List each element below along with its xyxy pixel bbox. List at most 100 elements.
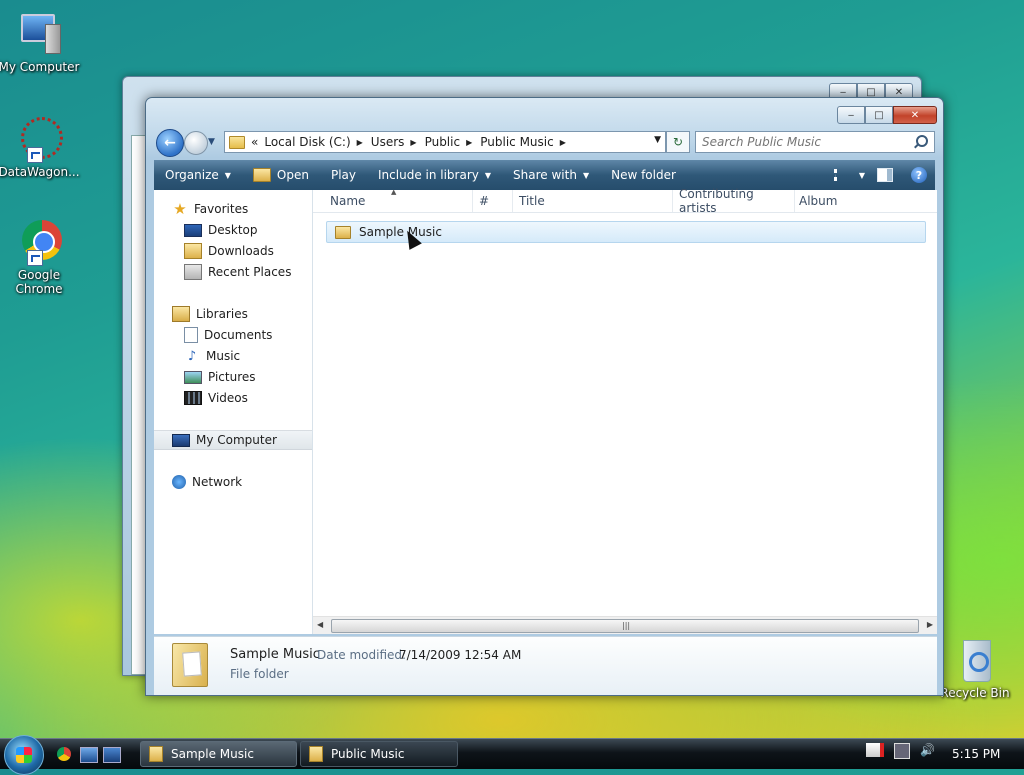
column-label: Contributing artists bbox=[679, 187, 754, 215]
downloads-icon bbox=[184, 243, 202, 259]
nav-label: Videos bbox=[208, 391, 248, 405]
chevron-right-icon[interactable]: ▶ bbox=[410, 138, 416, 147]
sort-ascending-icon: ▲ bbox=[391, 188, 397, 196]
nav-item-videos[interactable]: Videos bbox=[154, 388, 312, 408]
nav-item-my-computer[interactable]: My Computer bbox=[154, 430, 312, 450]
breadcrumb-public[interactable]: Public bbox=[425, 135, 461, 149]
taskbar-item-public-music[interactable]: Public Music bbox=[300, 741, 458, 767]
volume-icon[interactable]: 🔊 bbox=[920, 743, 935, 757]
task-label: Sample Music bbox=[171, 747, 254, 761]
nav-item-network[interactable]: Network bbox=[154, 472, 312, 492]
show-desktop-icon[interactable] bbox=[80, 747, 98, 763]
shortcut-arrow-icon bbox=[27, 147, 43, 163]
help-icon[interactable]: ? bbox=[911, 167, 927, 183]
include-label: Include in library bbox=[378, 168, 479, 182]
nav-label: Downloads bbox=[208, 244, 274, 258]
close-button[interactable]: ✕ bbox=[893, 106, 937, 124]
maximize-button[interactable]: □ bbox=[865, 106, 893, 124]
desktop-icon bbox=[184, 223, 202, 237]
search-icon[interactable] bbox=[916, 135, 928, 147]
desktop-icon-datawagon[interactable]: DataWagon... bbox=[0, 115, 81, 179]
column-label: Name bbox=[330, 194, 366, 208]
new-folder-button[interactable]: New folder bbox=[600, 160, 687, 190]
share-with-button[interactable]: Share with ▼ bbox=[502, 160, 600, 190]
search-input[interactable] bbox=[696, 134, 909, 150]
search-box[interactable] bbox=[695, 131, 935, 153]
command-bar-right: ▼ ? bbox=[826, 167, 935, 183]
minimize-button[interactable]: ‒ bbox=[837, 106, 865, 124]
open-button[interactable]: Open bbox=[242, 160, 320, 190]
action-center-flag-icon[interactable] bbox=[866, 743, 884, 757]
refresh-button[interactable]: ↻ bbox=[666, 131, 690, 153]
column-header-album[interactable]: Album bbox=[795, 190, 931, 212]
breadcrumb-local-disk[interactable]: Local Disk (C:) bbox=[264, 135, 350, 149]
scroll-right-arrow-icon[interactable]: ▶ bbox=[927, 620, 933, 629]
organize-label: Organize bbox=[165, 168, 219, 182]
desktop-icon-google-chrome[interactable]: Google Chrome bbox=[0, 218, 81, 296]
nav-label: Recent Places bbox=[208, 265, 292, 279]
scroll-left-arrow-icon[interactable]: ◀ bbox=[317, 620, 323, 629]
column-header-name[interactable]: ▲ Name bbox=[313, 188, 473, 212]
music-note-icon: ♪ bbox=[187, 348, 197, 364]
nav-item-documents[interactable]: Documents bbox=[154, 325, 312, 345]
column-label: Album bbox=[799, 194, 838, 208]
nav-item-recent-places[interactable]: Recent Places bbox=[154, 262, 312, 282]
taskbar-item-sample-music[interactable]: Sample Music bbox=[140, 741, 297, 767]
folder-icon bbox=[229, 135, 245, 149]
chevron-right-icon[interactable]: ▶ bbox=[357, 138, 363, 147]
taskbar: Sample Music Public Music 🔊 5:15 PM bbox=[0, 735, 1024, 775]
open-label: Open bbox=[276, 168, 309, 182]
nav-item-downloads[interactable]: Downloads bbox=[154, 241, 312, 261]
scrollbar-thumb[interactable]: ||| bbox=[331, 619, 919, 633]
nav-item-music[interactable]: ♪ Music bbox=[154, 346, 312, 366]
preview-pane-icon[interactable] bbox=[877, 168, 893, 182]
address-bar[interactable]: « Local Disk (C:) ▶ Users ▶ Public ▶ Pub… bbox=[224, 131, 666, 153]
chevron-down-icon[interactable]: ▼ bbox=[859, 171, 865, 180]
horizontal-scrollbar[interactable]: ◀ ||| ▶ bbox=[313, 616, 937, 634]
refresh-icon: ↻ bbox=[672, 135, 684, 149]
chevron-down-icon: ▼ bbox=[224, 170, 231, 180]
nav-label: Desktop bbox=[208, 223, 258, 237]
breadcrumb-public-music[interactable]: Public Music bbox=[480, 135, 553, 149]
datawagon-icon bbox=[15, 115, 63, 163]
chrome-quicklaunch-icon[interactable] bbox=[57, 747, 71, 761]
breadcrumb-users[interactable]: Users bbox=[371, 135, 405, 149]
forward-button[interactable] bbox=[184, 131, 208, 155]
desktop-icon-label: Google Chrome bbox=[15, 268, 63, 296]
network-tray-icon[interactable] bbox=[894, 743, 910, 759]
column-header-number[interactable]: # bbox=[473, 190, 513, 212]
chevron-down-icon[interactable]: ▼ bbox=[654, 135, 661, 145]
include-in-library-button[interactable]: Include in library ▼ bbox=[367, 160, 502, 190]
change-view-icon[interactable] bbox=[833, 169, 851, 181]
desktop-icon-recycle-bin[interactable]: Recycle Bin bbox=[933, 636, 1017, 700]
nav-item-desktop[interactable]: Desktop bbox=[154, 220, 312, 240]
chevron-right-icon[interactable]: ▶ bbox=[560, 138, 566, 147]
recent-pages-dropdown[interactable]: ▼ bbox=[208, 137, 215, 147]
column-header-title[interactable]: Title bbox=[513, 190, 673, 212]
clock[interactable]: 5:15 PM bbox=[952, 747, 1000, 761]
nav-item-libraries[interactable]: Libraries bbox=[154, 304, 312, 324]
explorer-window[interactable]: ‒ □ ✕ ← ▼ « Local Disk (C:) ▶ Users ▶ Pu… bbox=[145, 97, 944, 696]
organize-button[interactable]: Organize ▼ bbox=[154, 160, 242, 190]
start-button[interactable] bbox=[4, 735, 44, 775]
breadcrumb-overflow[interactable]: « bbox=[251, 135, 258, 149]
back-button[interactable]: ← bbox=[156, 129, 184, 157]
column-header-contributing-artists[interactable]: Contributing artists bbox=[673, 187, 795, 215]
command-bar: Organize ▼ Open Play Include in library ▼ … bbox=[154, 160, 935, 190]
folder-icon bbox=[335, 225, 351, 239]
chevron-right-icon[interactable]: ▶ bbox=[466, 138, 472, 147]
chevron-down-icon: ▼ bbox=[484, 170, 492, 180]
documents-icon bbox=[184, 327, 198, 343]
share-label: Share with bbox=[513, 168, 577, 182]
play-button[interactable]: Play bbox=[320, 160, 367, 190]
details-item-name: Sample Music bbox=[230, 647, 320, 662]
nav-item-pictures[interactable]: Pictures bbox=[154, 367, 312, 387]
folder-icon bbox=[149, 746, 163, 762]
nav-item-favorites[interactable]: ★ Favorites bbox=[154, 199, 312, 219]
desktop-icon-label: Recycle Bin bbox=[940, 686, 1010, 700]
new-folder-label: New folder bbox=[611, 168, 676, 182]
nav-label: Documents bbox=[204, 328, 273, 342]
desktop-icon-my-computer[interactable]: My Computer bbox=[0, 10, 81, 74]
nav-label: Favorites bbox=[194, 202, 249, 216]
switch-windows-icon[interactable] bbox=[103, 747, 121, 763]
